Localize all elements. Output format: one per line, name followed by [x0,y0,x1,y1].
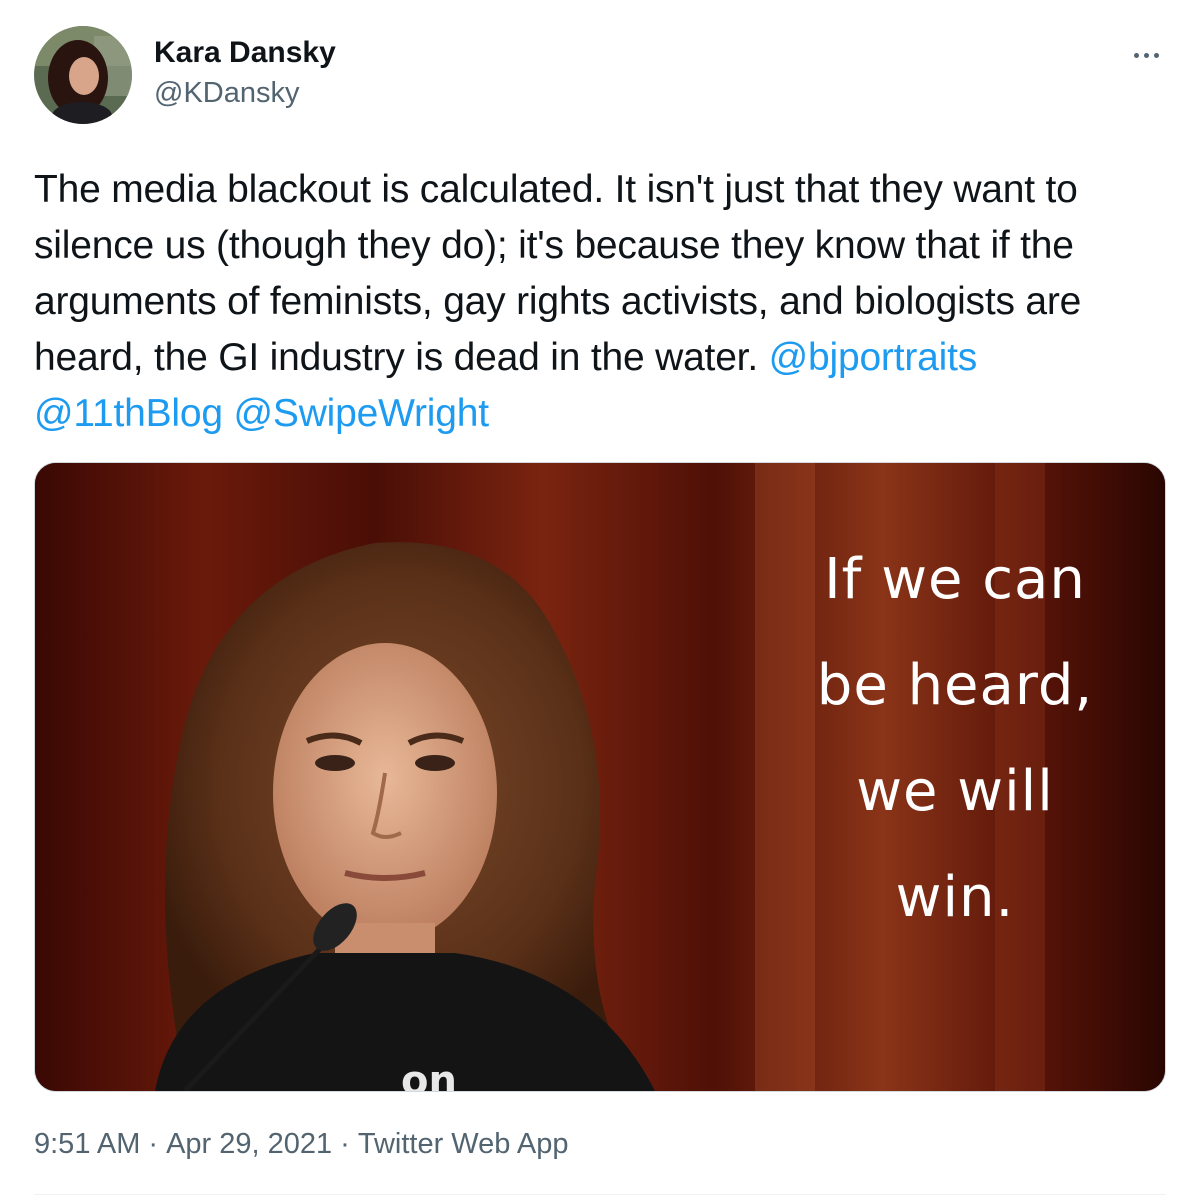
more-dot [1153,52,1159,58]
mention-link[interactable]: @11thBlog [34,392,223,435]
shirt-text: on [401,1058,457,1092]
author-avatar[interactable] [34,26,132,124]
mention-link[interactable]: @bjportraits [769,336,978,379]
tweet-media-image[interactable]: If we can be heard, we will win. on [34,462,1166,1092]
media-caption: If we can be heard, we will win. [755,527,1155,951]
more-dot [1133,52,1139,58]
caption-line: be heard, [816,653,1094,718]
caption-line: If we can [824,547,1086,612]
author-names: Kara Dansky @KDansky [154,34,336,112]
meta-separator: · [340,1128,350,1160]
divider [34,1194,1166,1195]
avatar-image [34,26,132,124]
tweet-text: The media blackout is calculated. It isn… [34,162,1174,442]
author-handle[interactable]: @KDansky [154,74,336,112]
tweet-source[interactable]: Twitter Web App [358,1128,569,1160]
tweet-header: Kara Dansky @KDansky [34,26,1166,126]
author-display-name[interactable]: Kara Dansky [154,34,336,72]
more-dot [1143,52,1149,58]
caption-line: we will [856,759,1054,824]
caption-line: win. [895,865,1015,930]
tweet-meta: 9:51 AM · Apr 29, 2021 · Twitter Web App [34,1124,568,1164]
more-options-icon[interactable] [1126,40,1166,70]
tweet-time[interactable]: 9:51 AM [34,1128,140,1160]
meta-separator: · [148,1128,159,1160]
mention-link[interactable]: @SwipeWright [234,392,490,435]
tweet-card: Kara Dansky @KDansky The media blackout … [0,0,1200,1202]
tweet-date[interactable]: Apr 29, 2021 [166,1128,332,1160]
